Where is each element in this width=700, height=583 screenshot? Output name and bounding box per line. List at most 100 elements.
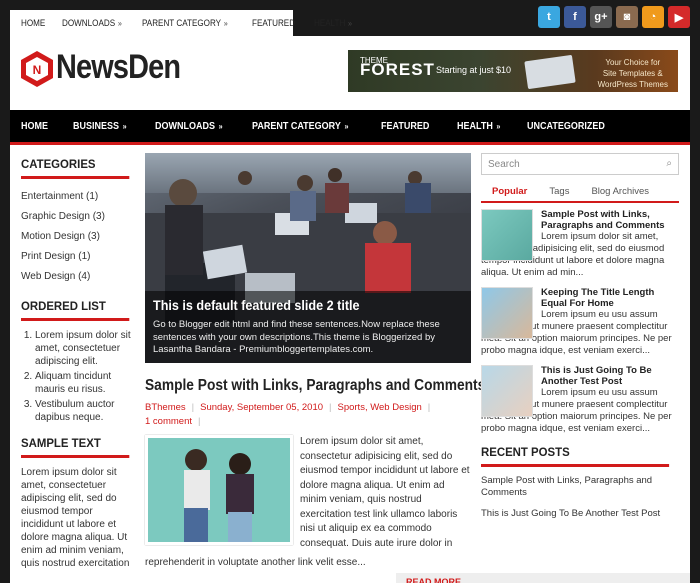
top-nav-parent-category-label: Parent Category	[142, 18, 222, 28]
main-nav-downloads[interactable]: Downloads»	[155, 121, 223, 132]
main-nav-downloads-label: Downloads	[154, 120, 215, 132]
post-thumbnail[interactable]	[145, 435, 293, 545]
chevron-right-icon: »	[117, 18, 122, 28]
top-nav-health[interactable]: Health»	[314, 18, 352, 28]
chevron-right-icon: »	[224, 18, 229, 28]
googleplus-icon[interactable]: g+	[590, 6, 612, 28]
popular-post-thumbnail[interactable]	[481, 287, 533, 339]
post-body: Lorem ipsum dolor sit amet, consectetur …	[145, 435, 471, 575]
tab-blog-archives[interactable]: Blog Archives	[580, 183, 660, 201]
top-nav-downloads[interactable]: Downloads»	[62, 18, 122, 28]
popular-post-title[interactable]: This is Just Going To Be Another Test Po…	[541, 365, 679, 387]
main-nav-health-label: Health	[456, 120, 493, 132]
main-nav-home[interactable]: Home	[21, 121, 48, 132]
popular-post[interactable]: This is Just Going To Be Another Test Po…	[481, 365, 679, 435]
post-excerpt: Lorem ipsum dolor sit amet, consectetur …	[300, 436, 470, 549]
site-logo-text[interactable]: NewsDen	[56, 48, 181, 87]
right-sidebar: Search ⌕ Popular Tags Blog Archives Samp…	[481, 153, 679, 529]
slide-title[interactable]: This is default featured slide 2 title	[153, 297, 432, 313]
ad-banner[interactable]: THEME FOREST Starting at just $10 Your C…	[348, 50, 678, 92]
recent-post-link[interactable]: This is Just Going To Be Another Test Po…	[481, 508, 679, 520]
slide-description: Go to Blogger edit html and find these s…	[153, 319, 440, 355]
top-nav-health-label: Health	[313, 18, 345, 28]
sample-text: Lorem ipsum dolor sit amet, consectetuer…	[21, 467, 130, 569]
banner-right-line3: WordPress Themes	[597, 80, 668, 89]
post-date[interactable]: Sunday, September 05, 2010	[200, 402, 323, 413]
ordered-list: Lorem ipsum dolor sit amet, consectetuer…	[35, 329, 135, 424]
main-nav-business[interactable]: Business»	[73, 121, 127, 132]
logo-icon[interactable]: N	[20, 50, 54, 88]
post-author[interactable]: BThemes	[145, 402, 186, 413]
instagram-icon[interactable]: ◙	[616, 6, 638, 28]
top-nav-home[interactable]: Home	[21, 18, 45, 28]
search-input[interactable]: Search ⌕	[481, 153, 679, 175]
chevron-right-icon: »	[122, 121, 127, 131]
sample-text-title: Sample Text	[21, 436, 130, 458]
meta-separator: |	[427, 402, 431, 413]
chevron-right-icon: »	[496, 121, 501, 131]
popular-posts: Sample Post with Links, Paragraphs and C…	[481, 209, 679, 435]
tab-popular[interactable]: Popular	[481, 183, 539, 203]
main-nav-health[interactable]: Health»	[457, 121, 500, 132]
banner-right-text: Your Choice for Site Templates & WordPre…	[598, 57, 668, 90]
content-area: Categories Entertainment (1) Graphic Des…	[10, 145, 690, 583]
search-icon[interactable]: ⌕	[666, 158, 672, 169]
category-item[interactable]: Entertainment (1)	[21, 187, 135, 207]
ordered-list-widget: Ordered List Lorem ipsum dolor sit amet,…	[21, 299, 135, 424]
chevron-right-icon: »	[347, 18, 352, 28]
category-item[interactable]: Graphic Design (3)	[21, 207, 135, 227]
popular-post-title[interactable]: Keeping The Title Length Equal For Home	[541, 287, 679, 309]
featured-slider[interactable]: This is default featured slide 2 title G…	[145, 153, 471, 363]
main-nav-featured[interactable]: Featured	[381, 121, 429, 132]
main-nav-home-label: Home	[21, 120, 48, 132]
recent-posts-title: Recent Posts	[481, 445, 670, 467]
categories-title: Categories	[21, 157, 130, 179]
post-excerpt-continued: reprehenderit in voluptate another link …	[145, 557, 366, 568]
popular-post-thumbnail[interactable]	[481, 209, 533, 261]
main-nav-business-label: Business	[73, 120, 120, 132]
category-item[interactable]: Web Design (4)	[21, 267, 135, 287]
post-categories[interactable]: Sports, Web Design	[337, 402, 421, 413]
youtube-icon[interactable]: ▶	[668, 6, 690, 28]
post-meta: BThemes | Sunday, September 05, 2010 | Sport…	[145, 401, 471, 429]
popular-post-thumbnail[interactable]	[481, 365, 533, 417]
banner-right-line2: Site Templates &	[602, 69, 663, 78]
recent-post-link[interactable]: Sample Post with Links, Paragraphs and C…	[481, 475, 679, 499]
top-nav-home-label: Home	[21, 18, 46, 28]
banner-brand: THEME FOREST	[360, 56, 435, 78]
banner-right-line1: Your Choice for	[605, 58, 661, 67]
list-item: Vestibulum auctor dapibus neque.	[35, 398, 135, 424]
sidebar-tabs: Popular Tags Blog Archives	[481, 183, 679, 203]
tab-tags[interactable]: Tags	[538, 183, 580, 201]
chevron-right-icon: »	[218, 121, 223, 131]
post-comments[interactable]: 1 comment	[145, 416, 192, 427]
list-item: Aliquam tincidunt mauris eu risus.	[35, 370, 135, 396]
main-nav: Home Business» Downloads» Parent Categor…	[10, 110, 690, 142]
rss-icon[interactable]: ◔	[642, 6, 664, 28]
meta-separator: |	[198, 416, 201, 427]
facebook-icon[interactable]: f	[564, 6, 586, 28]
popular-post[interactable]: Keeping The Title Length Equal For Home …	[481, 287, 679, 357]
social-icons: t f g+ ◙ ◔ ▶	[538, 6, 690, 28]
top-nav-featured[interactable]: Featured	[252, 18, 295, 28]
top-nav: Home Downloads» Parent Category» Feature…	[10, 10, 352, 36]
main-nav-parent-category-label: Parent Category	[251, 120, 341, 132]
category-item[interactable]: Motion Design (3)	[21, 227, 135, 247]
post-title[interactable]: Sample Post with Links, Paragraphs and C…	[145, 377, 485, 395]
left-sidebar: Categories Entertainment (1) Graphic Des…	[21, 157, 135, 570]
twitter-icon[interactable]: t	[538, 6, 560, 28]
read-more-button[interactable]: READ MORE	[396, 573, 690, 583]
top-nav-parent-category[interactable]: Parent Category»	[142, 18, 228, 28]
banner-tagline: Starting at just $10	[436, 65, 512, 75]
category-item[interactable]: Print Design (1)	[21, 247, 135, 267]
popular-post[interactable]: Sample Post with Links, Paragraphs and C…	[481, 209, 679, 279]
meta-separator: |	[191, 402, 195, 413]
main-column: This is default featured slide 2 title G…	[145, 153, 485, 575]
main-nav-parent-category[interactable]: Parent Category»	[252, 121, 348, 132]
top-nav-downloads-label: Downloads	[62, 18, 116, 28]
main-nav-featured-label: Featured	[380, 120, 430, 132]
popular-post-title[interactable]: Sample Post with Links, Paragraphs and C…	[541, 209, 679, 231]
main-nav-uncategorized[interactable]: Uncategorized	[527, 121, 605, 132]
categories-list: Entertainment (1) Graphic Design (3) Mot…	[21, 187, 135, 287]
sample-text-widget: Sample Text Lorem ipsum dolor sit amet, …	[21, 436, 135, 570]
